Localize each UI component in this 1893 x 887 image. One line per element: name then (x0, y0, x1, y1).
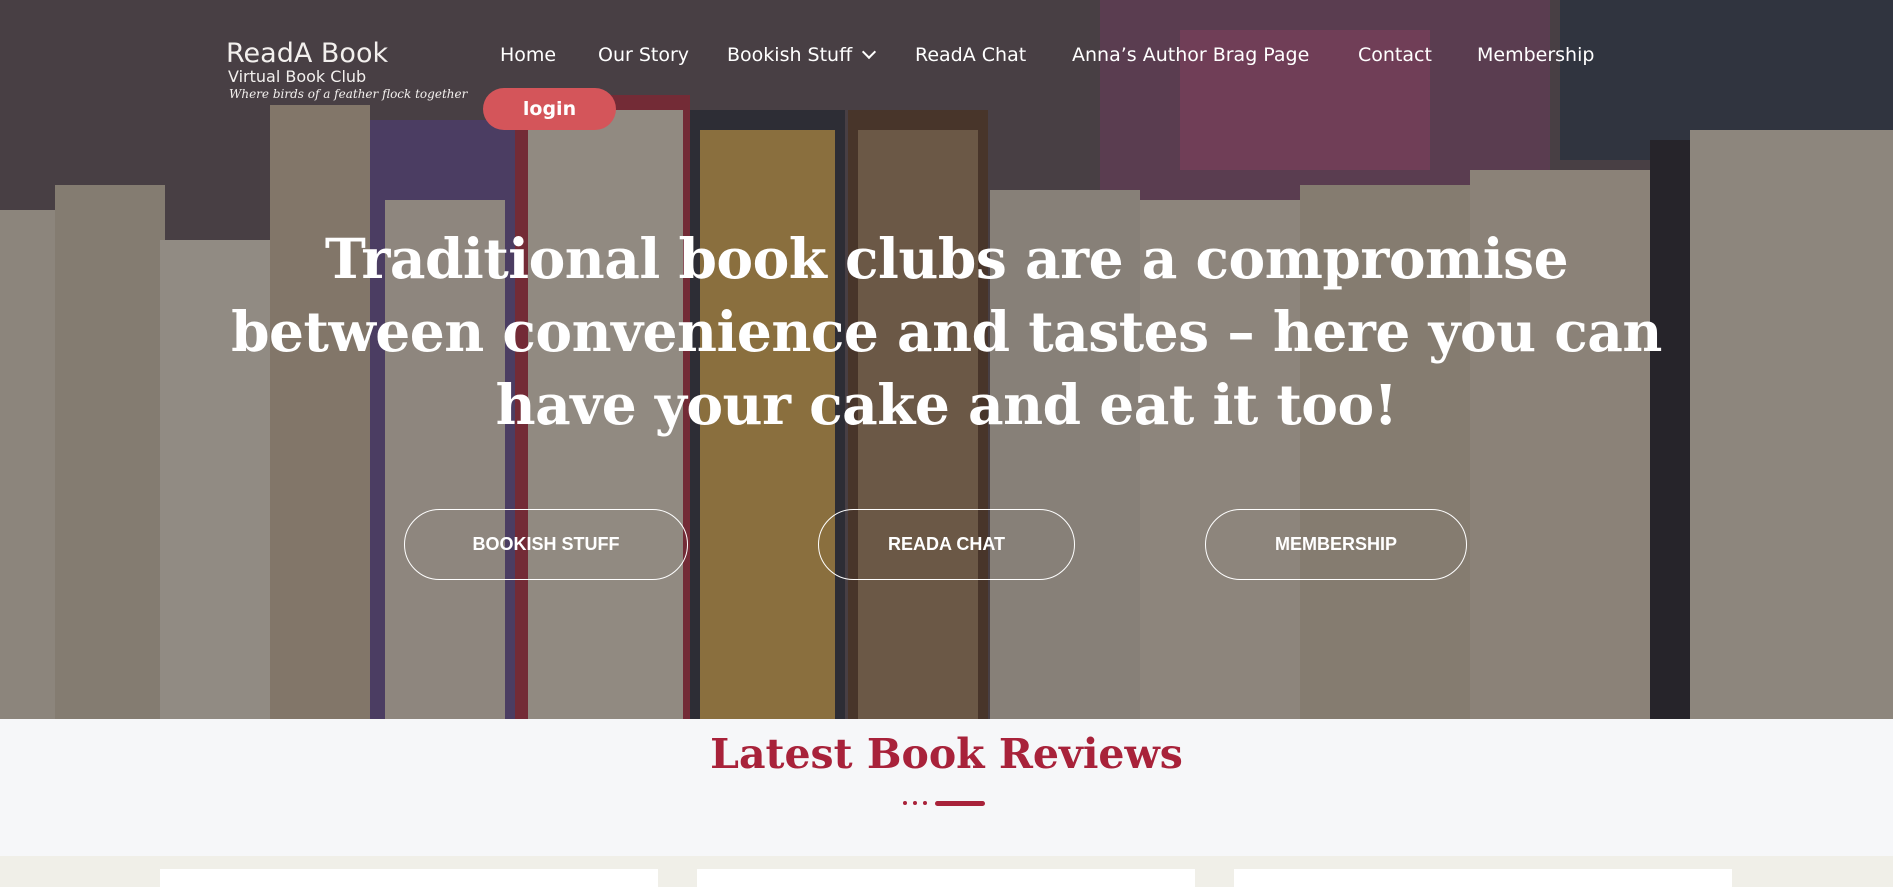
divider-dot (913, 801, 917, 805)
section-divider (903, 800, 985, 806)
reada-chat-button[interactable]: READA CHAT (818, 509, 1075, 580)
nav-bookish-stuff[interactable]: Bookish Stuff (727, 44, 877, 66)
logo-subtitle: Virtual Book Club (228, 67, 367, 86)
bookish-stuff-button[interactable]: BOOKISH STUFF (404, 509, 688, 580)
hero-headline: Traditional book clubs are a compromise … (231, 226, 1662, 437)
divider-bar (935, 800, 985, 806)
nav-home[interactable]: Home (500, 44, 556, 66)
nav-reada-chat[interactable]: ReadA Chat (915, 44, 1026, 66)
reviews-title: Latest Book Reviews (710, 730, 1183, 778)
nav-our-story[interactable]: Our Story (598, 44, 689, 66)
review-card[interactable] (1234, 869, 1732, 887)
divider-dot (923, 801, 927, 805)
nav-author-brag-page[interactable]: Anna’s Author Brag Page (1072, 44, 1309, 66)
membership-button[interactable]: MEMBERSHIP (1205, 509, 1467, 580)
review-card[interactable] (160, 869, 658, 887)
logo-tagline: Where birds of a feather flock together (229, 87, 468, 101)
nav-membership[interactable]: Membership (1477, 44, 1594, 66)
site-logo[interactable]: ReadA Book Virtual Book Club Where birds… (226, 40, 467, 102)
login-button[interactable]: login (483, 88, 616, 130)
nav-bookish-stuff-label: Bookish Stuff (727, 44, 853, 66)
nav-contact[interactable]: Contact (1358, 44, 1432, 66)
review-card[interactable] (697, 869, 1195, 887)
chevron-down-icon (862, 44, 877, 60)
logo-name: ReadA Book (226, 38, 389, 69)
divider-dot (903, 801, 907, 805)
